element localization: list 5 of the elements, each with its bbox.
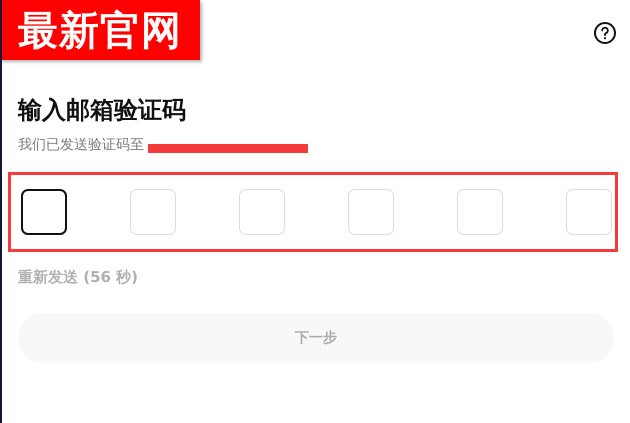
code-digit-field[interactable]	[21, 189, 67, 235]
help-icon[interactable]	[593, 21, 617, 45]
annotation-label: 最新官网	[2, 0, 200, 60]
sent-to-text: 我们已发送验证码至	[18, 136, 144, 154]
page-title: 输入邮箱验证码	[18, 95, 187, 126]
